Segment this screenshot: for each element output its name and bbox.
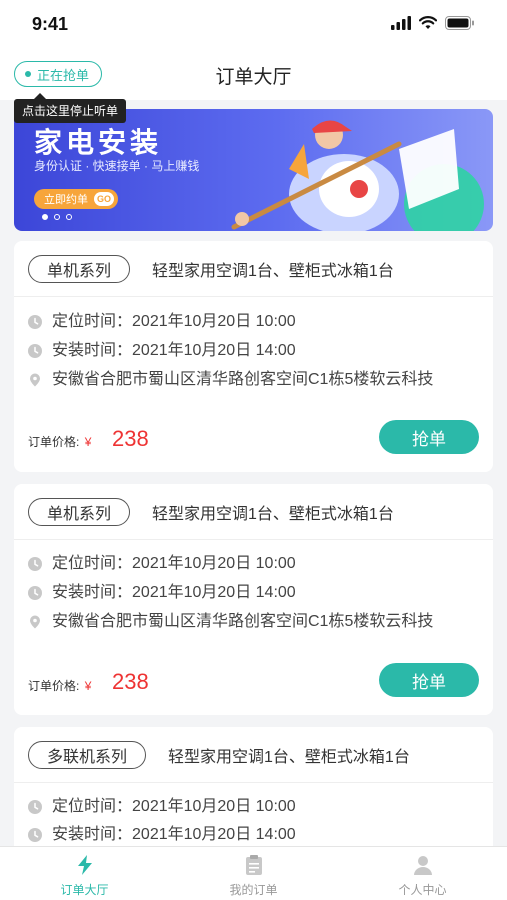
status-dot-icon [25, 71, 31, 77]
grab-status-toggle[interactable]: 正在抢单 [14, 61, 103, 87]
order-card-header: 单机系列 轻型家用空调1台、壁柜式冰箱1台 [14, 241, 493, 297]
series-tag: 单机系列 [28, 497, 131, 526]
address-row: 安徽省合肥市蜀山区清华路创客空间C1栋5楼软云科技 [28, 370, 482, 390]
locate-time-row: 定位时间： 2021年10月20日 10:00 [28, 312, 296, 332]
tab-order-hall[interactable]: 订单大厅 [0, 847, 169, 900]
install-time-label: 安装时间： [52, 584, 133, 601]
install-time-row: 安装时间： 2021年10月20日 14:00 [28, 583, 296, 603]
order-description: 轻型家用空调1台、壁柜式冰箱1台 [152, 262, 394, 280]
tab-label: 个人中心 [398, 883, 447, 897]
lightning-icon [77, 855, 92, 875]
price-value: 238 [112, 669, 149, 694]
grab-order-button[interactable]: 抢单 [379, 663, 479, 697]
book-now-button[interactable]: 立即约单 GO [34, 189, 118, 209]
location-pin-icon [30, 373, 40, 387]
locate-time-label: 定位时间： [52, 313, 133, 330]
order-description: 轻型家用空调1台、壁柜式冰箱1台 [152, 505, 394, 523]
clock-icon [28, 315, 42, 329]
order-card-header: 单机系列 轻型家用空调1台、壁柜式冰箱1台 [14, 484, 493, 540]
banner-subtitle: 身份认证 · 快速接单 · 马上赚钱 [34, 159, 200, 173]
banner-title: 家电安装 [34, 127, 163, 158]
bottom-tab-bar: 订单大厅 我的订单 个人中心 [0, 846, 507, 900]
address-text: 安徽省合肥市蜀山区清华路创客空间C1栋5楼软云科技 [52, 371, 434, 388]
header: 订单大厅 正在抢单 [0, 48, 507, 100]
address-text: 安徽省合肥市蜀山区清华路创客空间C1栋5楼软云科技 [52, 613, 434, 630]
stop-listening-tooltip[interactable]: 点击这里停止听单 [14, 93, 127, 123]
grab-order-button[interactable]: 抢单 [379, 420, 479, 454]
clock-icon [28, 344, 42, 358]
tab-profile[interactable]: 个人中心 [338, 847, 507, 900]
tab-my-orders[interactable]: 我的订单 [169, 847, 338, 900]
clipboard-icon [245, 855, 262, 875]
series-tag: 单机系列 [28, 254, 131, 283]
price-label: 订单价格: ¥ [28, 433, 91, 450]
price-value: 238 [112, 426, 149, 451]
wifi-icon [419, 16, 437, 29]
locate-time-label: 定位时间： [52, 555, 133, 572]
order-card[interactable]: 单机系列 轻型家用空调1台、壁柜式冰箱1台 定位时间： 2021年10月20日 … [14, 484, 493, 715]
install-time-label: 安装时间： [52, 826, 133, 843]
price-label-text: 订单价格: [28, 435, 80, 449]
status-time: 9:41 [32, 14, 69, 34]
install-time-row: 安装时间： 2021年10月20日 14:00 [28, 341, 296, 361]
install-time-value: 2021年10月20日 14:00 [132, 584, 296, 601]
carousel-dot[interactable] [42, 214, 48, 220]
carousel-dot[interactable] [54, 214, 60, 220]
install-time-value: 2021年10月20日 14:00 [132, 342, 296, 359]
price-label: 订单价格: ¥ [28, 677, 91, 694]
go-badge: GO [94, 192, 114, 206]
status-icons [391, 16, 475, 30]
clock-icon [28, 586, 42, 600]
series-tag: 多联机系列 [28, 740, 147, 769]
status-bar: 9:41 [0, 0, 507, 48]
order-card-header: 多联机系列 轻型家用空调1台、壁柜式冰箱1台 [14, 727, 493, 783]
clock-icon [28, 800, 42, 814]
clock-icon [28, 557, 42, 571]
locate-time-row: 定位时间： 2021年10月20日 10:00 [28, 554, 296, 574]
person-icon [413, 856, 432, 875]
locate-time-label: 定位时间： [52, 798, 133, 815]
clock-icon [28, 828, 42, 842]
locate-time-value: 2021年10月20日 10:00 [132, 555, 296, 572]
installer-illustration [231, 120, 484, 231]
tab-label: 订单大厅 [60, 883, 109, 897]
tab-label: 我的订单 [229, 883, 278, 897]
locate-time-value: 2021年10月20日 10:00 [132, 798, 296, 815]
carousel-dot[interactable] [66, 214, 72, 220]
currency-symbol: ¥ [84, 679, 92, 693]
address-row: 安徽省合肥市蜀山区清华路创客空间C1栋5楼软云科技 [28, 612, 482, 632]
carousel-dots [42, 214, 72, 220]
order-card[interactable]: 单机系列 轻型家用空调1台、壁柜式冰箱1台 定位时间： 2021年10月20日 … [14, 241, 493, 472]
book-now-label: 立即约单 [44, 194, 88, 206]
grab-status-label: 正在抢单 [37, 67, 90, 83]
locate-time-value: 2021年10月20日 10:00 [132, 313, 296, 330]
install-time-label: 安装时间： [52, 342, 133, 359]
currency-symbol: ¥ [84, 435, 92, 449]
install-time-row: 安装时间： 2021年10月20日 14:00 [28, 825, 296, 845]
promo-banner[interactable]: 家电安装 身份认证 · 快速接单 · 马上赚钱 立即约单 GO [14, 109, 493, 231]
install-time-value: 2021年10月20日 14:00 [132, 826, 296, 843]
locate-time-row: 定位时间： 2021年10月20日 10:00 [28, 797, 296, 817]
signal-icon [391, 16, 411, 30]
order-description: 轻型家用空调1台、壁柜式冰箱1台 [168, 748, 410, 766]
location-pin-icon [30, 615, 40, 629]
battery-icon [445, 16, 474, 30]
price-label-text: 订单价格: [28, 679, 80, 693]
